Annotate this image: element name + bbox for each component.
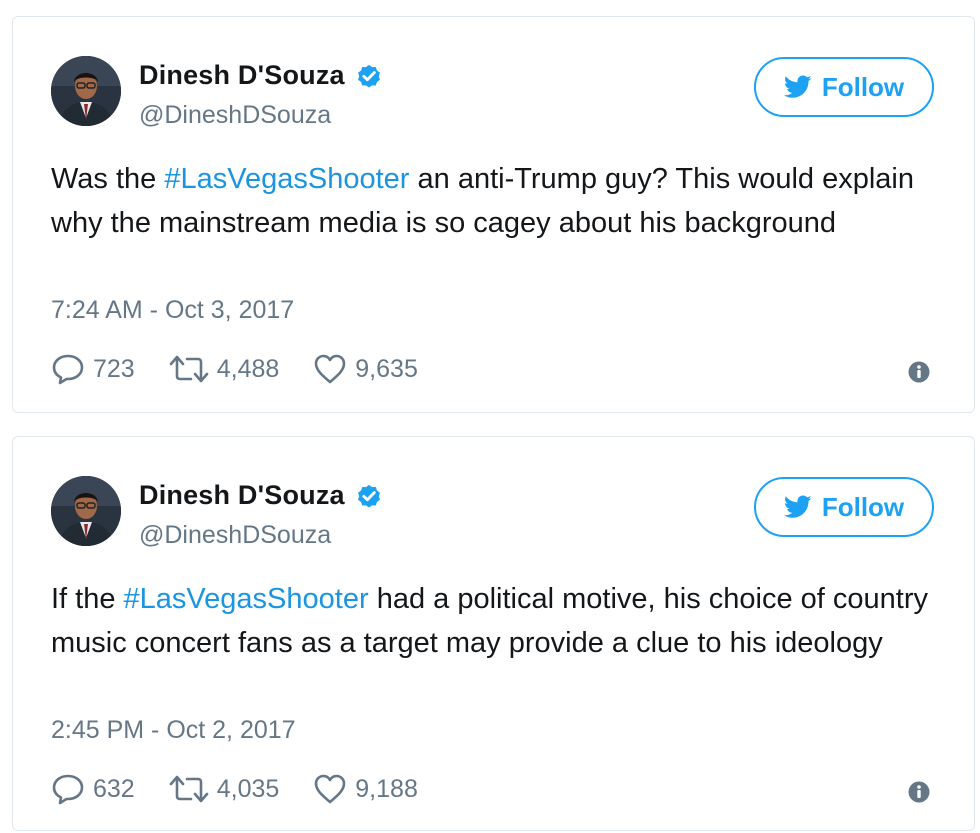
- reply-icon: [52, 354, 84, 385]
- info-icon[interactable]: [908, 781, 930, 803]
- like-count: 9,635: [355, 354, 418, 383]
- retweet-icon: [169, 775, 209, 803]
- reply-button[interactable]: 632: [51, 773, 135, 805]
- info-icon[interactable]: [908, 361, 930, 383]
- hashtag-link[interactable]: #LasVegasShooter: [164, 163, 409, 195]
- follow-label: Follow: [821, 491, 905, 522]
- reply-count: 723: [93, 354, 135, 383]
- heart-icon: [314, 774, 346, 804]
- twitter-bird-icon: [783, 75, 812, 98]
- tweet-card: Dinesh D'Souza @DineshDSouza Follow Was …: [12, 16, 975, 413]
- retweet-count: 4,035: [216, 774, 280, 803]
- tweet-text: If the #LasVegasShooter had a political …: [51, 577, 931, 665]
- tweet-actions: 723 4,488 9,635: [51, 353, 452, 385]
- profile-photo-icon: [51, 56, 121, 126]
- author-handle[interactable]: @DineshDSouza: [139, 101, 331, 130]
- tweet-actions: 632 4,035 9,188: [51, 773, 452, 805]
- avatar[interactable]: [51, 56, 121, 126]
- verified-badge-icon: [357, 484, 380, 508]
- retweet-button[interactable]: 4,035: [169, 774, 280, 804]
- retweet-icon: [169, 355, 209, 383]
- tweet-timestamp[interactable]: 7:24 AM - Oct 3, 2017: [51, 296, 294, 325]
- tweet-text: Was the #LasVegasShooter an anti-Trump g…: [51, 157, 931, 245]
- like-button[interactable]: 9,188: [313, 773, 418, 805]
- retweet-button[interactable]: 4,488: [169, 354, 280, 384]
- retweet-count: 4,488: [216, 354, 280, 383]
- reply-count: 632: [93, 774, 135, 803]
- follow-button[interactable]: Follow: [754, 57, 934, 117]
- reply-icon: [52, 774, 84, 805]
- author-row: Dinesh D'Souza: [139, 60, 383, 91]
- hashtag-link[interactable]: #LasVegasShooter: [124, 583, 369, 615]
- follow-label: Follow: [821, 71, 905, 102]
- author-row: Dinesh D'Souza: [139, 480, 383, 511]
- tweet-timestamp[interactable]: 2:45 PM - Oct 2, 2017: [51, 716, 296, 745]
- follow-button[interactable]: Follow: [754, 477, 934, 537]
- like-count: 9,188: [355, 774, 418, 803]
- like-button[interactable]: 9,635: [313, 353, 418, 385]
- heart-icon: [314, 354, 346, 384]
- author-name[interactable]: Dinesh D'Souza: [139, 480, 345, 511]
- author-name[interactable]: Dinesh D'Souza: [139, 60, 345, 91]
- tweet-card: Dinesh D'Souza @DineshDSouza Follow If t…: [12, 436, 975, 831]
- reply-button[interactable]: 723: [51, 353, 135, 385]
- tweet-text-before: If the: [51, 583, 124, 615]
- verified-badge-icon: [357, 64, 380, 88]
- twitter-bird-icon: [783, 495, 812, 518]
- author-handle[interactable]: @DineshDSouza: [139, 521, 331, 550]
- avatar[interactable]: [51, 476, 121, 546]
- tweet-text-before: Was the: [51, 163, 165, 195]
- profile-photo-icon: [51, 476, 121, 546]
